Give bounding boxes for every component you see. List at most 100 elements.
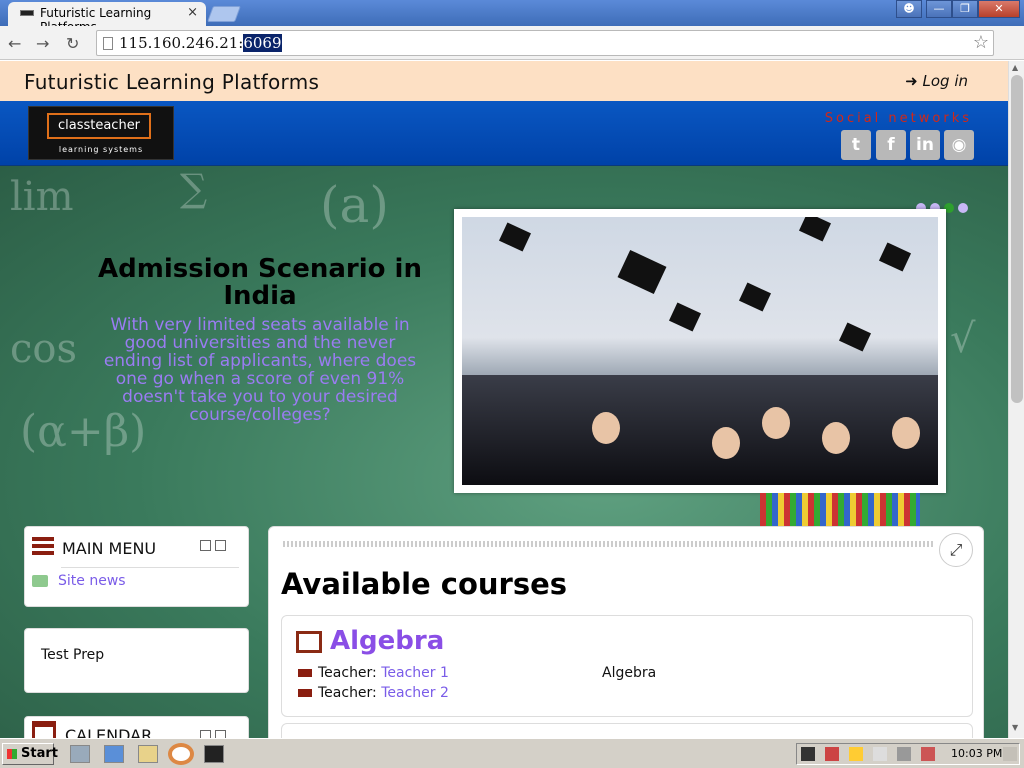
map-icon [296,631,322,653]
cap-shape [838,322,872,352]
tab-close-icon[interactable]: × [187,5,198,20]
tray-volume-icon[interactable] [921,747,935,761]
social-title: Social networks [824,111,972,126]
chalk-decoration: lim [10,174,74,220]
cap-shape [738,282,772,312]
site-name[interactable]: Futuristic Learning Platforms [24,70,319,94]
chalk-decoration: cos [10,326,78,372]
drag-handle[interactable] [283,541,933,547]
teacher-link[interactable]: Teacher 1 [381,665,449,681]
tray-app-icon[interactable] [801,747,815,761]
maximize-button[interactable]: ❐ [952,0,978,18]
test-prep-block: Test Prep [24,628,249,693]
tray-network-icon[interactable] [849,747,863,761]
dock-icon[interactable] [215,730,226,738]
teacher-row: Teacher: Teacher 1 [298,665,449,681]
linkedin-icon[interactable]: in [910,130,940,160]
favicon-icon [20,10,34,16]
main-menu-block: MAIN MENU Site news [24,526,249,607]
globe-icon[interactable]: ◉ [944,130,974,160]
clock[interactable]: 10:03 PM [951,747,1002,760]
login-link[interactable]: ➜ Log in [905,72,968,90]
news-icon [32,575,48,587]
explorer-folder-icon[interactable] [138,745,158,763]
tray-server-icon[interactable] [897,747,911,761]
new-tab-button[interactable] [207,6,241,22]
forward-icon[interactable]: → [36,34,49,53]
course-name-link[interactable]: Algebra [330,626,444,656]
site-top-bar: Futuristic Learning Platforms ➜ Log in [0,61,1008,101]
slide-image-frame [454,209,946,493]
face-shape [712,427,740,459]
crowd-shape [462,375,938,485]
divider [61,567,239,568]
browser-tab[interactable]: Futuristic Learning Platforms × [8,2,206,34]
toolbar: ← → ↻ 115.160.246.21:6069 ☆ ☰ [0,26,1024,78]
page-content: Futuristic Learning Platforms ➜ Log in c… [0,61,1008,738]
logo-text: classteacher [47,113,151,139]
teacher-label: Teacher: [318,685,377,701]
taskbar: Start 10:03 PM [0,738,1024,768]
minimize-button[interactable]: — [926,0,952,18]
calendar-icon [32,721,56,738]
dock-icon[interactable] [215,540,226,551]
calendar-title: CALENDAR [65,726,153,738]
url-selected-port: 6069 [243,34,282,52]
cap-shape [668,302,702,332]
face-shape [762,407,790,439]
login-label: Log in [922,72,969,90]
available-courses-heading: Available courses [281,567,568,601]
slider-dot[interactable] [958,203,968,213]
user-icon[interactable]: ☻ [896,0,922,18]
graduation-cap-icon [298,669,312,677]
scroll-down-icon[interactable]: ▼ [1012,723,1018,732]
tray-flag-icon[interactable] [873,747,887,761]
chalk-decoration: √ [950,316,976,362]
teacher-link[interactable]: Teacher 2 [381,685,449,701]
slide-text: With very limited seats available in goo… [103,315,417,425]
course-card: Algebra Teacher: Teacher 1 Teacher: Teac… [281,615,973,717]
calendar-block: CALENDAR [24,716,249,738]
reload-icon[interactable]: ↻ [66,34,79,53]
course-card [281,723,973,738]
face-shape [892,417,920,449]
server-manager-icon[interactable] [70,745,90,763]
cap-shape [878,242,912,272]
bookmark-star-icon[interactable]: ☆ [973,31,989,55]
scroll-up-icon[interactable]: ▲ [1012,63,1018,72]
powershell-icon[interactable] [104,745,124,763]
course-summary: Algebra [602,665,657,681]
menu-icon [32,537,54,555]
address-bar[interactable]: 115.160.246.21:6069 ☆ [96,30,994,56]
tray-security-icon[interactable] [825,747,839,761]
back-icon[interactable]: ← [8,34,21,53]
twitter-icon[interactable]: t [841,130,871,160]
vertical-scrollbar[interactable]: ▲ ▼ [1008,61,1024,738]
teacher-row: Teacher: Teacher 2 [298,685,449,701]
fullscreen-icon[interactable]: ⤢ [939,533,973,567]
system-tray: 10:03 PM [796,743,1020,765]
page-icon [103,37,113,50]
collapse-icon[interactable] [200,540,211,551]
logo-subtext: learning systems [58,145,144,154]
collapse-icon[interactable] [200,730,211,738]
site-news-link[interactable]: Site news [58,573,126,589]
start-button[interactable]: Start [2,743,58,765]
url-host: 115.160.246.21: [119,34,244,52]
face-shape [822,422,850,454]
teacher-label: Teacher: [318,665,377,681]
close-window-button[interactable]: ✕ [978,0,1020,18]
browser-tab-strip: Futuristic Learning Platforms × ☻ — ❐ ✕ [0,0,1024,34]
facebook-icon[interactable]: f [876,130,906,160]
graduation-cap-icon [298,689,312,697]
test-prep-label[interactable]: Test Prep [41,647,104,663]
cap-shape [498,222,532,252]
scrollbar-thumb[interactable] [1011,75,1023,403]
main-menu-title: MAIN MENU [62,539,157,558]
command-prompt-icon[interactable] [204,745,224,763]
show-desktop-icon[interactable] [1003,747,1017,761]
face-shape [592,412,620,444]
slide-caption: Admission Scenario in India With very li… [95,256,425,425]
logo[interactable]: classteacher learning systems [28,106,174,160]
chrome-icon[interactable] [168,743,194,765]
